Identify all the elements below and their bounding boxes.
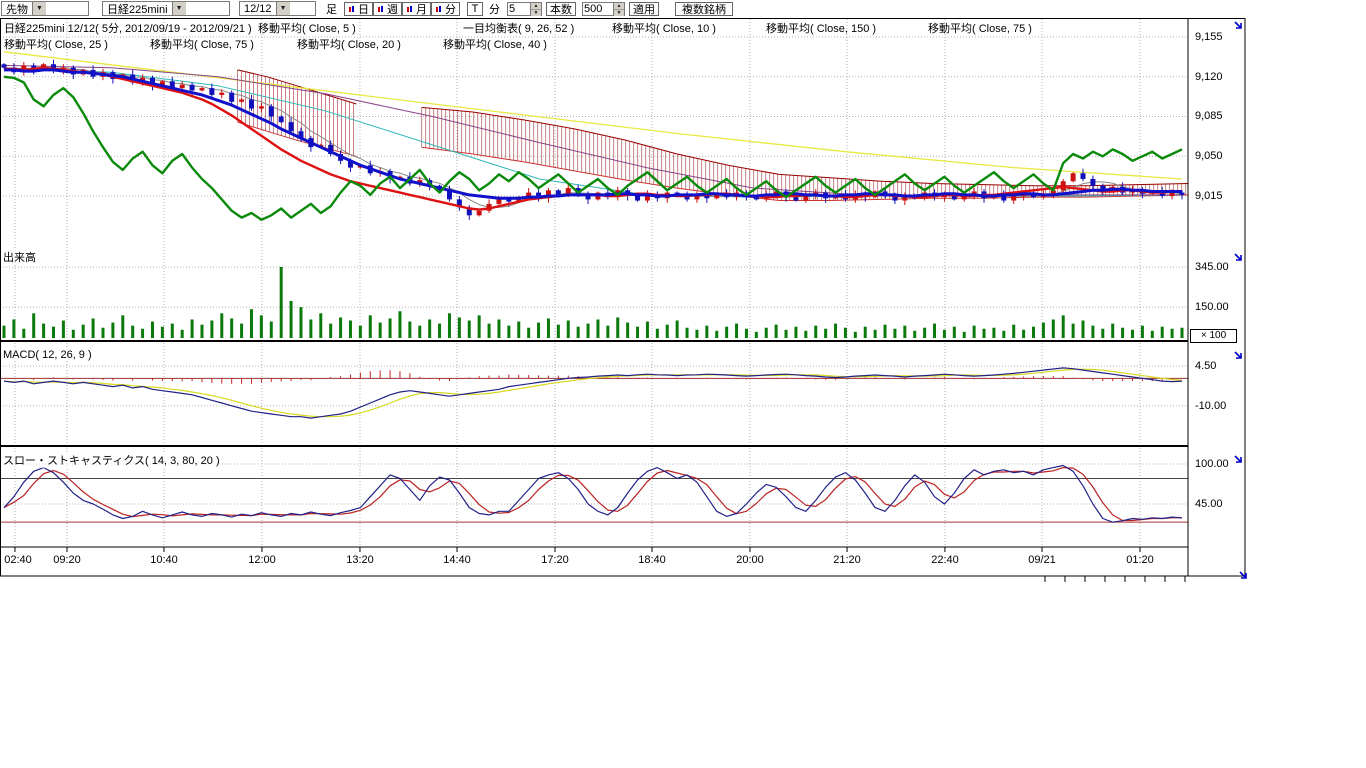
minute-value-input[interactable] bbox=[508, 3, 530, 15]
chevron-down-icon[interactable]: ▼ bbox=[32, 2, 46, 15]
period-month-button[interactable]: 月 bbox=[402, 2, 431, 16]
instrument-select[interactable]: 日経225mini ▼ bbox=[102, 1, 230, 16]
period-day-button[interactable]: 日 bbox=[344, 2, 373, 16]
bar-count-button[interactable]: 本数 bbox=[546, 2, 576, 16]
macd-tick-label: 4.50 bbox=[1195, 360, 1216, 372]
macd-pane-label: MACD( 12, 26, 9 ) bbox=[3, 349, 92, 361]
bar-type-label: 足 bbox=[326, 1, 337, 17]
apply-button[interactable]: 適用 bbox=[629, 2, 659, 16]
contract-select[interactable]: 12/12 ▼ bbox=[239, 1, 316, 16]
volume-multiplier-badge: × 100 bbox=[1190, 329, 1237, 343]
spin-down-icon[interactable]: ▼ bbox=[531, 10, 541, 16]
price-tick-label: 9,015 bbox=[1195, 190, 1223, 202]
legend-item-ichimoku: 一目均衡表( 9, 26, 52 ) bbox=[463, 20, 574, 36]
time-tick-label: 18:40 bbox=[630, 554, 674, 566]
chart-panel: 日経225mini 12/12( 5分, 2012/09/19 - 2012/0… bbox=[0, 18, 1366, 584]
chart-canvas[interactable] bbox=[0, 18, 1246, 584]
stoch-tick-label: 45.00 bbox=[1195, 498, 1223, 510]
arrow-down-right-icon bbox=[1233, 252, 1245, 264]
legend-item-title: 日経225mini 12/12( 5分, 2012/09/19 - 2012/0… bbox=[4, 20, 252, 36]
volume-pane-label: 出来高 bbox=[3, 249, 36, 265]
tick-button[interactable]: T bbox=[467, 2, 483, 16]
time-tick-label: 22:40 bbox=[923, 554, 967, 566]
minute-unit-label: 分 bbox=[489, 1, 500, 17]
candlestick-icon bbox=[348, 5, 356, 13]
stoch-pane-label: スロー・ストキャスティクス( 14, 3, 80, 20 ) bbox=[3, 452, 220, 468]
chevron-down-icon[interactable]: ▼ bbox=[276, 2, 290, 15]
spin-up-icon[interactable]: ▲ bbox=[531, 3, 541, 10]
spinner-arrows[interactable]: ▲▼ bbox=[613, 3, 624, 15]
legend-item-ma20: 移動平均( Close, 20 ) bbox=[297, 36, 401, 52]
price-tick-label: 9,155 bbox=[1195, 31, 1223, 43]
volume-tick-label: 150.00 bbox=[1195, 301, 1229, 313]
time-tick-label: 09:20 bbox=[45, 554, 89, 566]
macd-pane-scroll-button[interactable] bbox=[1233, 349, 1245, 361]
candlestick-icon bbox=[406, 5, 414, 13]
market-type-select[interactable]: 先物 ▼ bbox=[1, 1, 89, 16]
market-type-value: 先物 bbox=[2, 1, 32, 17]
instrument-value: 日経225mini bbox=[103, 1, 172, 17]
arrow-down-right-icon bbox=[1238, 570, 1250, 582]
legend-item-ma10: 移動平均( Close, 10 ) bbox=[612, 20, 716, 36]
price-tick-label: 9,120 bbox=[1195, 71, 1223, 83]
price-pane-scroll-button[interactable] bbox=[1233, 19, 1245, 31]
time-tick-label: 20:00 bbox=[728, 554, 772, 566]
period-minute-button[interactable]: 分 bbox=[431, 2, 460, 16]
time-tick-label: 10:40 bbox=[142, 554, 186, 566]
multi-symbol-button[interactable]: 複数銘柄 bbox=[675, 2, 733, 16]
candlestick-icon bbox=[377, 5, 385, 13]
time-tick-label: 12:00 bbox=[240, 554, 284, 566]
stoch-tick-label: 100.00 bbox=[1195, 458, 1229, 470]
bar-count-stepper[interactable]: ▲▼ bbox=[582, 2, 625, 16]
time-tick-label: 17:20 bbox=[533, 554, 577, 566]
contract-value: 12/12 bbox=[240, 3, 276, 15]
legend-item-ma75: 移動平均( Close, 75 ) bbox=[928, 20, 1032, 36]
macd-tick-label: -10.00 bbox=[1195, 400, 1226, 412]
time-tick-label: 14:40 bbox=[435, 554, 479, 566]
time-tick-label: 21:20 bbox=[825, 554, 869, 566]
arrow-down-right-icon bbox=[1233, 350, 1245, 362]
bar-count-input[interactable] bbox=[583, 3, 613, 15]
time-tick-label: 02:40 bbox=[0, 554, 40, 566]
toolbar: 先物 ▼ 日経225mini ▼ 12/12 ▼ 足 日 週 月 分 T 分 ▲… bbox=[0, 0, 1366, 17]
time-tick-label: 01:20 bbox=[1118, 554, 1162, 566]
minute-value-stepper[interactable]: ▲▼ bbox=[507, 2, 542, 16]
price-tick-label: 9,085 bbox=[1195, 110, 1223, 122]
time-tick-label: 09/21 bbox=[1020, 554, 1064, 566]
volume-tick-label: 345.00 bbox=[1195, 261, 1229, 273]
legend-item-ma5: 移動平均( Close, 5 ) bbox=[258, 20, 356, 36]
stoch-pane-scroll-button[interactable] bbox=[1233, 453, 1245, 465]
legend-item-ma40: 移動平均( Close, 40 ) bbox=[443, 36, 547, 52]
spin-down-icon[interactable]: ▼ bbox=[614, 10, 624, 16]
volume-pane-scroll-button[interactable] bbox=[1233, 251, 1245, 263]
time-tick-label: 13:20 bbox=[338, 554, 382, 566]
time-scroll-button[interactable] bbox=[1238, 569, 1250, 581]
period-week-button[interactable]: 週 bbox=[373, 2, 402, 16]
legend-item-ma75b: 移動平均( Close, 75 ) bbox=[150, 36, 254, 52]
chevron-down-icon[interactable]: ▼ bbox=[172, 2, 186, 15]
legend-item-ma25: 移動平均( Close, 25 ) bbox=[4, 36, 108, 52]
arrow-down-right-icon bbox=[1233, 454, 1245, 466]
spinner-arrows[interactable]: ▲▼ bbox=[530, 3, 541, 15]
candlestick-icon bbox=[435, 5, 443, 13]
spin-up-icon[interactable]: ▲ bbox=[614, 3, 624, 10]
legend-item-ma150: 移動平均( Close, 150 ) bbox=[766, 20, 876, 36]
arrow-down-right-icon bbox=[1233, 20, 1245, 32]
price-tick-label: 9,050 bbox=[1195, 150, 1223, 162]
